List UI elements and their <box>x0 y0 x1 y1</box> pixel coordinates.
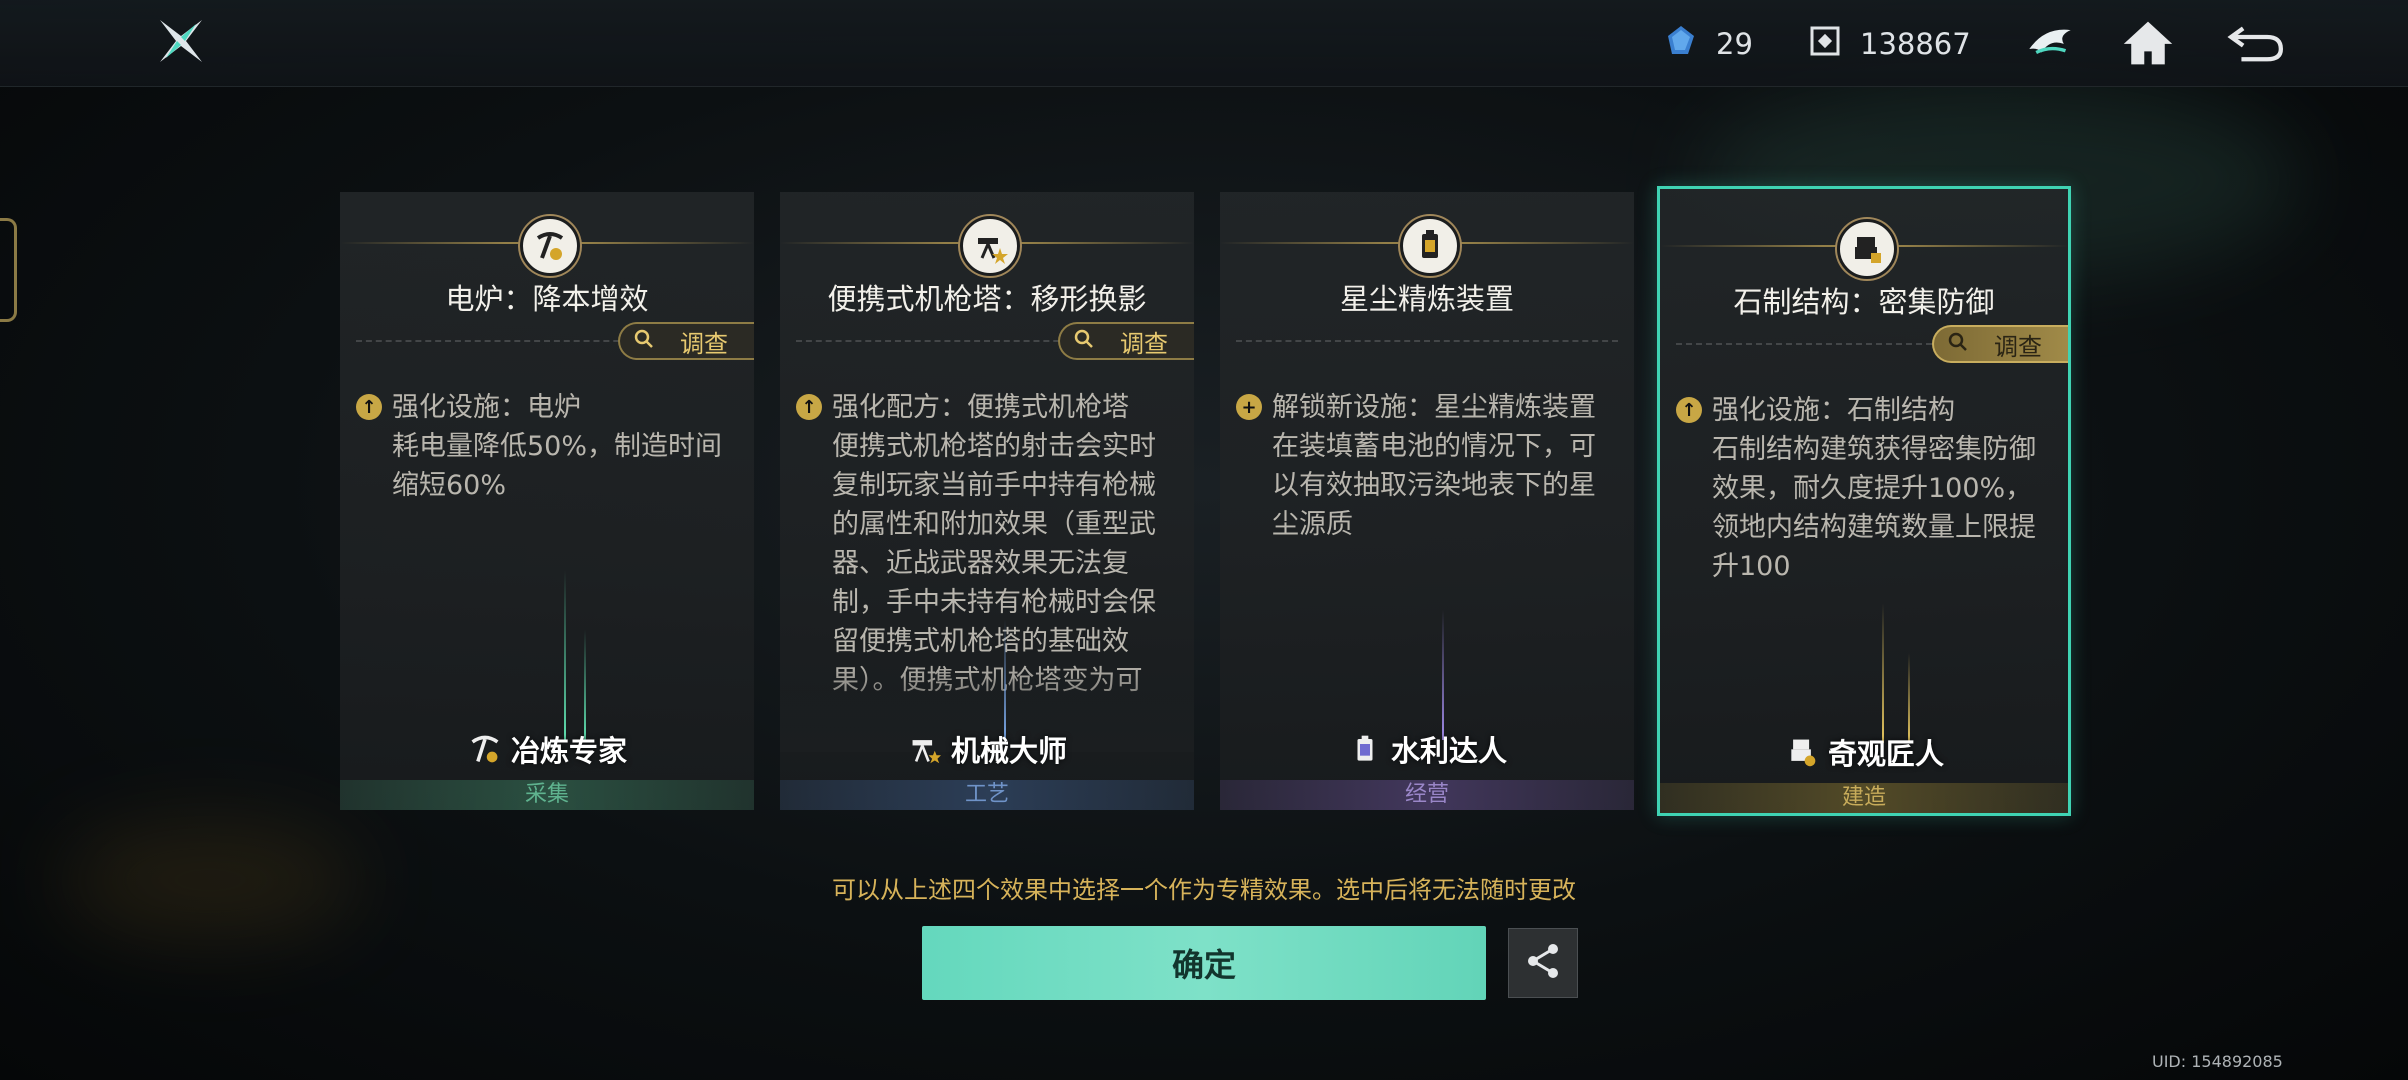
investigate-label: 调查 <box>1994 332 2042 361</box>
top-bar: 29 138867 <box>0 0 2408 87</box>
desc-heading: 强化配方：便携式机枪塔 <box>832 392 1129 423</box>
category-label: 工艺 <box>780 780 1194 810</box>
card-description: ↑ 强化设施：石制结构 石制结构建筑获得密集防御效果，耐久度提升100%，领地内结… <box>1676 391 2054 586</box>
card-description: + 解锁新设施：星尘精炼装置 在装填蓄电池的情况下，可以有效抽取污染地表下的星尘源… <box>1236 388 1620 544</box>
search-icon <box>634 327 654 355</box>
back-arrow-icon[interactable] <box>2226 14 2286 72</box>
investigate-button[interactable]: 调查 <box>618 322 754 360</box>
pickaxe-icon <box>520 216 580 276</box>
upgrade-arrow-icon: ↑ <box>1676 397 1702 423</box>
desc-body: 石制结构建筑获得密集防御效果，耐久度提升100%，领地内结构建筑数量上限提升10… <box>1712 434 2036 582</box>
light-beam <box>1442 610 1444 740</box>
refinery-icon <box>1400 216 1460 276</box>
card-title: 石制结构：密集防御 <box>1733 285 1995 319</box>
light-beam <box>1908 653 1910 743</box>
role-name: 机械大师 <box>950 734 1068 768</box>
turret-icon <box>907 731 943 767</box>
share-button[interactable] <box>1508 928 1578 998</box>
light-beam <box>584 630 586 740</box>
desc-body: 耗电量降低50%，制造时间缩短60% <box>392 431 723 501</box>
bird-emblem-icon[interactable] <box>2020 14 2080 72</box>
stardust-count: 29 <box>1716 27 1753 61</box>
user-id: UID: 154892085 <box>2152 1052 2283 1071</box>
upgrade-arrow-icon: ↑ <box>796 394 822 420</box>
card-title: 便携式机枪塔：移形换影 <box>827 282 1147 316</box>
investigate-label: 调查 <box>680 329 728 358</box>
light-beam <box>564 570 566 740</box>
refinery-icon <box>1347 731 1383 767</box>
home-icon[interactable] <box>2118 14 2178 72</box>
stone-block-icon <box>1784 734 1820 770</box>
token-count: 138867 <box>1860 27 1971 61</box>
effect-card-stone-structure[interactable]: 石制结构：密集防御 调查 ↑ 强化设施：石制结构 石制结构建筑获得密集防御效果，耐… <box>1657 186 2071 816</box>
investigate-button[interactable]: 调查 <box>1932 325 2068 363</box>
upgrade-arrow-icon: ↑ <box>356 394 382 420</box>
stardust-counter: 29 <box>1664 22 1753 66</box>
cube-token-icon <box>1808 24 1842 65</box>
role-ribbon: 机械大师 <box>907 728 1067 770</box>
role-name: 奇观匠人 <box>1827 737 1945 771</box>
desc-body: 便携式机枪塔的射击会实时复制玩家当前手中持有枪械的属性和附加效果（重型武器、近战… <box>832 431 1156 696</box>
desc-heading: 强化设施：石制结构 <box>1712 395 1955 426</box>
role-ribbon: 奇观匠人 <box>1784 731 1944 773</box>
effect-card-portable-turret[interactable]: 便携式机枪塔：移形换影 调查 ↑ 强化配方：便携式机枪塔 便携式机枪塔的射击会实时… <box>780 192 1194 810</box>
desc-heading: 强化设施：电炉 <box>392 392 581 423</box>
confirm-button[interactable]: 确定 <box>922 926 1486 1000</box>
dashed-divider <box>1236 340 1618 342</box>
effect-card-electric-furnace[interactable]: 电炉：降本增效 调查 ↑ 强化设施：电炉 耗电量降低50%，制造时间缩短60% 冶… <box>340 192 754 810</box>
selection-notice: 可以从上述四个效果中选择一个作为专精效果。选中后将无法随时更改 <box>832 876 1576 904</box>
card-title: 星尘精炼装置 <box>1339 282 1514 316</box>
search-icon <box>1074 327 1094 355</box>
role-ribbon: 冶炼专家 <box>467 728 627 770</box>
light-beam <box>1004 620 1006 740</box>
desc-heading: 解锁新设施：星尘精炼装置 <box>1272 392 1596 423</box>
token-counter: 138867 <box>1808 22 1971 66</box>
stardust-crystal-icon <box>1664 24 1698 65</box>
role-name: 冶炼专家 <box>510 734 628 768</box>
search-icon <box>1948 330 1968 358</box>
light-beam <box>1882 603 1884 743</box>
category-label: 采集 <box>340 780 754 810</box>
share-icon <box>1523 941 1563 985</box>
stone-block-icon <box>1837 219 1897 279</box>
left-side-tab[interactable] <box>0 218 17 322</box>
investigate-label: 调查 <box>1120 329 1168 358</box>
shuriken-logo-icon[interactable] <box>156 16 206 66</box>
investigate-button[interactable]: 调查 <box>1058 322 1194 360</box>
effect-card-stardust-refinery[interactable]: 星尘精炼装置 + 解锁新设施：星尘精炼装置 在装填蓄电池的情况下，可以有效抽取污染… <box>1220 192 1634 810</box>
card-description[interactable]: ↑ 强化配方：便携式机枪塔 便携式机枪塔的射击会实时复制玩家当前手中持有枪械的属性… <box>796 388 1180 698</box>
plus-icon: + <box>1236 394 1262 420</box>
card-title: 电炉：降本增效 <box>445 282 649 316</box>
role-name: 水利达人 <box>1390 734 1508 768</box>
category-label: 建造 <box>1660 783 2068 813</box>
role-ribbon: 水利达人 <box>1347 728 1507 770</box>
category-label: 经营 <box>1220 780 1634 810</box>
pickaxe-icon <box>467 731 503 767</box>
card-description: ↑ 强化设施：电炉 耗电量降低50%，制造时间缩短60% <box>356 388 740 505</box>
turret-icon <box>960 216 1020 276</box>
desc-body: 在装填蓄电池的情况下，可以有效抽取污染地表下的星尘源质 <box>1272 431 1596 540</box>
